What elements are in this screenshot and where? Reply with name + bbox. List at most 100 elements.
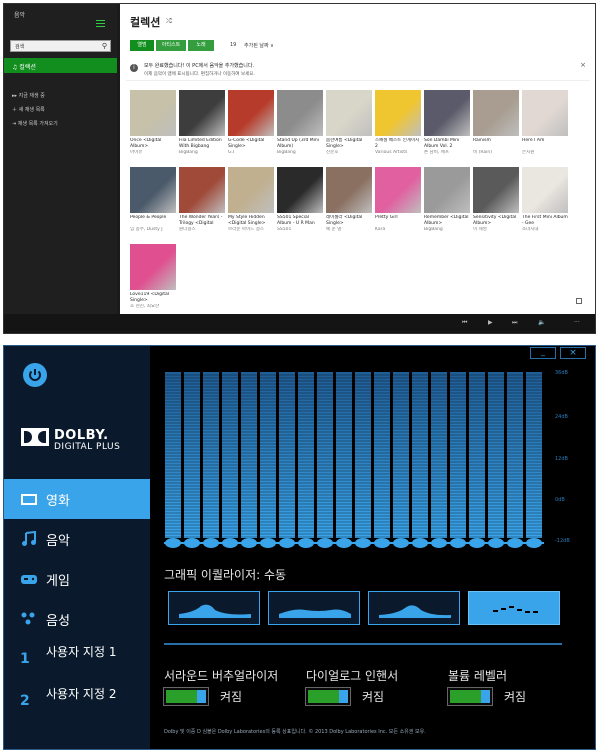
album-cover[interactable] [473, 90, 519, 136]
album-tile[interactable]: SS501 Special Album - U R Man SS501 [277, 167, 323, 233]
album-tile[interactable]: 봄한여름 <Digital Single> 신순호 [326, 90, 372, 156]
hamburger-menu-icon[interactable] [96, 20, 105, 27]
album-artist: 조 현진, 최요한 [130, 304, 160, 309]
play-icon[interactable]: ▶ [488, 319, 493, 326]
album-artist: 아이유 [130, 150, 143, 155]
select-icon[interactable] [576, 298, 582, 304]
sidebar-item-music[interactable]: 음악 [4, 519, 150, 559]
album-title: Love119 <Digital Single> [130, 292, 169, 303]
album-tile[interactable]: Pretty Girl Kara [375, 167, 421, 233]
album-cover[interactable] [424, 90, 470, 136]
album-cover[interactable] [326, 90, 372, 136]
album-artist: Various Artists [375, 150, 408, 155]
album-count: 19 [230, 42, 237, 48]
album-cover[interactable] [130, 167, 176, 213]
album-artist: 비 (Rain) [473, 150, 492, 155]
music-app-window: 음악 검색 ⚲ ♫ 컬렉션 ▸▸ 지금 재생 중 ＋ 새 재생 목록 ⇥ 재생 … [3, 3, 596, 334]
album-cover[interactable] [375, 167, 421, 213]
album-tile[interactable]: Rainism 비 (Rain) [473, 90, 519, 156]
volume-leveler-toggle[interactable] [447, 687, 493, 706]
album-tile[interactable]: Sensitivity <Digital Album> 이 세영 [473, 167, 519, 233]
album-cover[interactable] [522, 90, 568, 136]
sidebar-item-game[interactable]: 게임 [4, 559, 150, 599]
preset-rich-button[interactable] [268, 591, 360, 625]
graphic-equalizer[interactable] [164, 372, 544, 552]
album-tile[interactable]: Love119 <Digital Single> 조 현진, 최요한 [130, 244, 176, 310]
album-tile[interactable]: The Wonder Years - Trilogy <Digital 원더걸스 [179, 167, 225, 233]
album-cover[interactable] [326, 167, 372, 213]
volume-icon[interactable]: 🔈 [538, 319, 545, 326]
close-button[interactable]: × [560, 347, 586, 359]
notice-body: 이제 음악이 앱에 표시됩니다. 편집하거나 이동하여 보세요. [144, 72, 255, 77]
preset-focused-button[interactable] [368, 591, 460, 625]
album-cover[interactable] [228, 167, 274, 213]
sidebar-item-collection[interactable]: ♫ 컬렉션 [4, 58, 117, 73]
more-icon[interactable]: ··· [574, 319, 580, 326]
album-tile[interactable]: People & People 임 종주, Dusty J [130, 167, 176, 233]
sidebar-item-custom-2[interactable]: 2 사용자 지정 2 [4, 681, 150, 723]
previous-icon[interactable]: ⏮ [462, 319, 467, 327]
preset-manual-button[interactable] [468, 591, 560, 625]
preset-manual-icon [493, 606, 538, 613]
album-title: Sensitivity <Digital Album> [473, 215, 517, 226]
album-cover[interactable] [277, 90, 323, 136]
album-tile[interactable]: Here I Am 은지원 [522, 90, 568, 156]
album-cover[interactable] [130, 90, 176, 136]
album-title: People & People [130, 215, 167, 220]
album-artist: BigBang [277, 150, 296, 155]
sidebar-item-new-playlist[interactable]: ＋ 새 재생 목록 [12, 106, 45, 113]
album-title: The First Mini Album - Gee [522, 215, 568, 226]
album-tile[interactable]: Fila Limited Edition With Bigbang BigBang [179, 90, 225, 156]
sidebar-item-now-playing[interactable]: ▸▸ 지금 재생 중 [12, 92, 45, 99]
album-cover[interactable] [277, 167, 323, 213]
search-icon[interactable]: ⚲ [102, 42, 107, 50]
album-tile[interactable]: Once <Digital Album> 아이유 [130, 90, 176, 156]
album-cover[interactable] [228, 90, 274, 136]
album-cover[interactable] [424, 167, 470, 213]
sort-dropdown[interactable]: 추가된 날짜 ∨ [244, 42, 274, 49]
surround-virtualizer-toggle[interactable] [163, 687, 209, 706]
sidebar-item-custom-1[interactable]: 1 사용자 지정 1 [4, 639, 150, 681]
tab-albums[interactable]: 앨범 [130, 40, 154, 51]
album-tile[interactable]: The First Mini Album - Gee 소녀시대 [522, 167, 568, 233]
album-tile[interactable]: Remember <Digital Album> BigBang [424, 167, 470, 233]
sidebar-item-import-playlist[interactable]: ⇥ 재생 목록 가져오기 [12, 120, 58, 127]
album-cover[interactable] [130, 244, 176, 290]
dialogue-enhancer-label: 다이얼로그 인핸서 [306, 669, 399, 683]
sidebar-item-voice[interactable]: 음성 [4, 599, 150, 639]
album-tile[interactable]: 스페셜 베스트 인게이지 2 Various Artists [375, 90, 421, 156]
album-artist: BigBang [179, 150, 198, 155]
album-tile[interactable]: Son Dambi Mini Album Vol. 2손 담비, 애프 [424, 90, 470, 156]
shuffle-icon[interactable]: ⤮ [166, 17, 172, 26]
album-cover[interactable] [375, 90, 421, 136]
power-button[interactable] [23, 363, 47, 387]
album-tile[interactable]: 레이첼라 <Digital Single> 예 운 별 [326, 167, 372, 233]
album-tile[interactable]: G-Code <Digital Single> G.I [228, 90, 274, 156]
album-title: 스페셜 베스트 인게이지 2 [375, 138, 420, 149]
close-icon[interactable]: × [580, 61, 586, 69]
notice-banner: i 모두 완료했습니다! 이 PC에서 음악을 추가했습니다. 이제 음악이 앱… [126, 59, 590, 81]
surround-virtualizer-label: 서라운드 버추얼라이저 [164, 669, 279, 683]
preset-focused-icon [379, 605, 451, 618]
search-input[interactable]: 검색 ⚲ [10, 40, 111, 52]
sidebar-item-movie[interactable]: 영화 [4, 479, 150, 519]
next-icon[interactable]: ⏭ [512, 319, 517, 327]
album-artist: 손 담비, 애프 [424, 150, 449, 155]
db-label-24: 24dB [555, 414, 568, 420]
collection-panel: 컬렉션 ⤮ 앨범 아티스트 노래 19 추가된 날짜 ∨ i 모두 완료했습니다… [120, 4, 595, 314]
tab-artists[interactable]: 아티스트 [156, 40, 186, 51]
album-cover[interactable] [522, 167, 568, 213]
album-artist: 원더걸스 [179, 227, 196, 232]
minimize-button[interactable]: _ [530, 347, 556, 359]
dialogue-enhancer-toggle[interactable] [305, 687, 351, 706]
album-cover[interactable] [473, 167, 519, 213]
info-icon: i [130, 64, 138, 72]
music-sidebar: 음악 검색 ⚲ ♫ 컬렉션 ▸▸ 지금 재생 중 ＋ 새 재생 목록 ⇥ 재생 … [4, 4, 117, 314]
preset-open-button[interactable] [168, 591, 260, 625]
album-cover[interactable] [179, 90, 225, 136]
album-cover[interactable] [179, 167, 225, 213]
album-tile[interactable]: My Style Hidden <Digital Single> 브라운 아이드 … [228, 167, 274, 233]
divider [164, 643, 562, 645]
tab-songs[interactable]: 노래 [188, 40, 214, 51]
album-tile[interactable]: Stand Up (3rd Mini Album) BigBang [277, 90, 323, 156]
